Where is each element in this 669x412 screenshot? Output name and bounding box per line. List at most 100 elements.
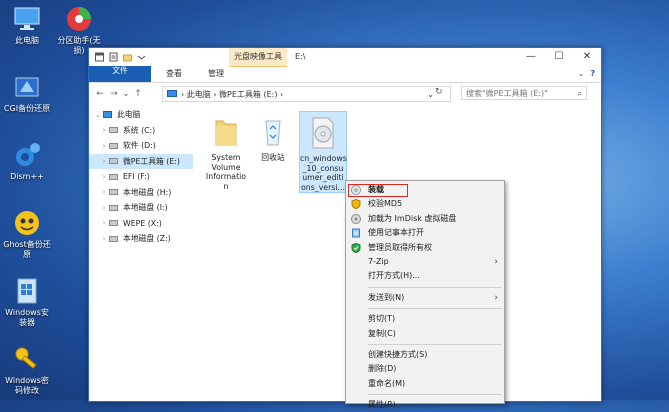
context-menu-item[interactable]: 删除(D) xyxy=(346,362,504,376)
refresh-button[interactable]: ↻ xyxy=(435,87,443,97)
collapse-arrow-icon[interactable]: › xyxy=(99,219,109,227)
new-folder-icon[interactable] xyxy=(123,52,132,62)
file-item-recycle-bin[interactable]: 回收站 xyxy=(250,111,296,163)
file-item-windows-iso[interactable]: cn_windows _10_consu umer_editi ons_vers… xyxy=(299,111,347,194)
expand-arrow-icon[interactable]: ⌄ xyxy=(93,111,103,119)
partition-assistant-icon xyxy=(64,4,94,34)
file-name-line: System xyxy=(211,153,241,162)
address-dropdown-button[interactable]: ⌄ xyxy=(427,90,434,99)
nav-tree-item[interactable]: › EFI (F:) xyxy=(89,169,193,185)
forward-button[interactable]: → xyxy=(107,89,121,99)
nav-tree-item[interactable]: › 微PE工具箱 (E:) xyxy=(89,153,193,169)
nav-tree-item[interactable]: › 系统 (C:) xyxy=(89,123,193,139)
nav-tree-item[interactable]: › 本地磁盘 (Z:) xyxy=(89,231,193,247)
back-button[interactable]: ← xyxy=(93,89,107,99)
disc-image-icon xyxy=(309,116,337,150)
context-menu-label: 重命名(M) xyxy=(368,378,406,388)
file-item-system-volume-information[interactable]: System Volume Informatio n xyxy=(203,111,249,191)
collapse-arrow-icon[interactable]: › xyxy=(99,204,109,212)
desktop-icon-windows-installer[interactable]: Windows安装器 xyxy=(2,276,52,328)
submenu-arrow-icon: › xyxy=(494,292,498,303)
desktop-icon-label: Windows安装器 xyxy=(5,308,49,327)
address-row: ← → ⌄ ↑ › 此电脑 › 微PE工具箱 (E:) › ⌄ ↻ 搜索"微PE… xyxy=(89,83,601,105)
context-menu-item[interactable]: 管理员取得所有权 xyxy=(346,241,504,255)
minimize-button[interactable]: — xyxy=(517,48,545,66)
ribbon-collapse-button[interactable]: ⌄ xyxy=(578,69,585,78)
context-menu-label: 剪切(T) xyxy=(368,314,396,324)
context-menu-label: 创建快捷方式(S) xyxy=(368,349,428,359)
context-menu-label: 发送到(N) xyxy=(368,292,405,302)
context-menu-item[interactable]: 校验MD5 xyxy=(346,197,504,211)
context-menu-item[interactable]: 7-Zip › xyxy=(346,255,504,269)
nav-tree-label: 本地磁盘 (I:) xyxy=(123,203,168,213)
collapse-arrow-icon[interactable]: › xyxy=(99,173,109,181)
desktop-icon-ghost[interactable]: Ghost备份还原 xyxy=(2,208,52,260)
collapse-arrow-icon[interactable]: › xyxy=(99,157,109,165)
context-tab-disc-image-tools[interactable]: 光盘映像工具 xyxy=(229,48,287,67)
tab-manage[interactable]: 管理 xyxy=(199,66,233,82)
drive-icon xyxy=(109,204,118,211)
qat-dropdown-icon[interactable] xyxy=(137,52,146,62)
nav-tree-item[interactable]: › 软件 (D:) xyxy=(89,138,193,154)
desktop-icon-password[interactable]: Windows密码修改 xyxy=(2,344,52,396)
ribbon-tabs: 文件 主页 共享 查看 管理 ⌄ ? xyxy=(89,66,601,83)
window-title: E:\ xyxy=(295,52,306,61)
context-menu-item[interactable]: 创建快捷方式(S) xyxy=(346,348,504,362)
context-menu-item[interactable]: 重命名(M) xyxy=(346,377,504,391)
recent-locations-button[interactable]: ⌄ xyxy=(121,89,131,99)
drive-icon xyxy=(109,127,118,134)
desktop-icon-cgi[interactable]: CGI备份还原 xyxy=(2,72,52,114)
context-menu-label: 加载为 ImDisk 虚拟磁盘 xyxy=(368,213,457,223)
properties-icon[interactable] xyxy=(109,52,118,62)
close-button[interactable]: ✕ xyxy=(573,48,601,66)
nav-tree-item[interactable]: › 本地磁盘 (H:) xyxy=(89,185,193,201)
file-name-line: _10_consu xyxy=(302,163,344,173)
disc-icon xyxy=(351,185,361,195)
context-menu-label: 复制(C) xyxy=(368,328,396,338)
context-menu-item[interactable]: 加载为 ImDisk 虚拟磁盘 xyxy=(346,212,504,226)
context-menu-item[interactable]: 使用记事本打开 xyxy=(346,226,504,240)
context-menu-label: 删除(D) xyxy=(368,364,397,374)
windows-installer-icon xyxy=(12,276,42,306)
title-bar: 光盘映像工具 E:\ — ☐ ✕ xyxy=(89,48,601,67)
tab-file[interactable]: 文件 xyxy=(89,66,151,82)
search-input[interactable]: 搜索"微PE工具箱 (E:)" ⌕ xyxy=(461,86,587,100)
context-menu-item[interactable]: 属性(R) xyxy=(346,398,504,412)
imdisk-icon xyxy=(351,213,361,224)
file-name-line: 回收站 xyxy=(261,153,285,162)
context-menu-label: 使用记事本打开 xyxy=(368,228,424,238)
this-pc-small-icon xyxy=(167,90,177,97)
context-menu-item[interactable]: 装载 xyxy=(346,183,504,197)
desktop-icon-label: CGI备份还原 xyxy=(3,104,51,113)
nav-tree-label: 此电脑 xyxy=(117,110,141,120)
context-menu-item[interactable]: 剪切(T) xyxy=(346,312,504,326)
collapse-arrow-icon[interactable]: › xyxy=(99,188,109,196)
window-controls: — ☐ ✕ xyxy=(517,48,601,66)
menu-separator xyxy=(368,343,502,345)
collapse-arrow-icon[interactable]: › xyxy=(99,142,109,150)
file-name-line: umer_editi xyxy=(302,173,344,183)
desktop-icon-dism[interactable]: Dism++ xyxy=(2,140,52,182)
maximize-button[interactable]: ☐ xyxy=(545,48,573,66)
nav-tree-item[interactable]: › WEPE (X:) xyxy=(89,216,193,232)
nav-tree-item[interactable]: › 本地磁盘 (I:) xyxy=(89,200,193,216)
search-placeholder: 搜索"微PE工具箱 (E:)" xyxy=(466,89,548,98)
up-button[interactable]: ↑ xyxy=(131,89,145,99)
help-button[interactable]: ? xyxy=(590,69,595,78)
search-icon: ⌕ xyxy=(577,89,582,98)
context-menu-item[interactable]: 打开方式(H)... xyxy=(346,269,504,283)
context-menu-item[interactable]: 复制(C) xyxy=(346,327,504,341)
key-icon xyxy=(12,344,42,374)
collapse-arrow-icon[interactable]: › xyxy=(99,235,109,243)
menu-separator xyxy=(368,286,502,288)
collapse-arrow-icon[interactable]: › xyxy=(99,126,109,134)
tab-view[interactable]: 查看 xyxy=(157,66,191,82)
system-menu-icon[interactable] xyxy=(95,52,104,62)
drive-icon xyxy=(109,189,118,196)
nav-tree-label: 系统 (C:) xyxy=(123,125,156,135)
address-bar[interactable]: › 此电脑 › 微PE工具箱 (E:) › ⌄ xyxy=(162,86,451,102)
context-menu-label: 管理员取得所有权 xyxy=(368,242,432,252)
context-menu-item[interactable]: 发送到(N) › xyxy=(346,291,504,305)
nav-tree-item[interactable]: ⌄ 此电脑 xyxy=(89,107,193,123)
desktop-icon-this-pc[interactable]: 此电脑 xyxy=(2,4,52,46)
